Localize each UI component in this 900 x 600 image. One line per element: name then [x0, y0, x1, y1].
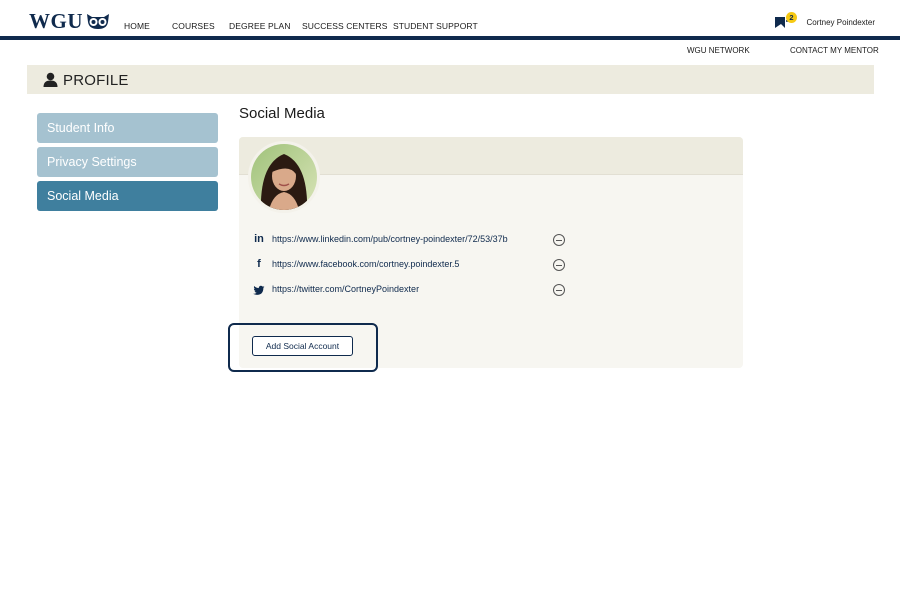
avatar: [248, 141, 320, 213]
section-title: Social Media: [239, 105, 325, 122]
profile-photo: [251, 144, 317, 210]
sidebar-item-privacy-settings[interactable]: Privacy Settings: [37, 147, 218, 177]
contact-mentor-link[interactable]: CONTACT MY MENTOR: [790, 46, 879, 55]
social-account-row: https://twitter.com/CortneyPoindexter: [253, 283, 573, 297]
social-account-row: in https://www.linkedin.com/pub/cortney-…: [253, 233, 573, 247]
nav-home[interactable]: HOME: [124, 21, 150, 31]
nav-courses[interactable]: COURSES: [172, 21, 215, 31]
linkedin-icon: in: [254, 233, 264, 245]
user-icon: [43, 72, 58, 87]
social-account-row: f https://www.facebook.com/cortney.poind…: [253, 258, 573, 272]
remove-twitter-button[interactable]: [553, 284, 565, 296]
wgu-logo[interactable]: WGU: [29, 11, 110, 32]
linkedin-url-link[interactable]: https://www.linkedin.com/pub/cortney-poi…: [272, 234, 508, 244]
sidebar-item-social-media[interactable]: Social Media: [37, 181, 218, 211]
nav-success-centers[interactable]: SUCCESS CENTERS: [302, 21, 388, 31]
remove-facebook-button[interactable]: [553, 259, 565, 271]
remove-linkedin-button[interactable]: [553, 234, 565, 246]
logo-text: WGU: [29, 9, 83, 33]
top-header: WGU HOME COURSES DEGREE PLAN SUCCESS CEN…: [0, 0, 900, 36]
add-social-account-button[interactable]: Add Social Account: [252, 336, 353, 356]
facebook-url-link[interactable]: https://www.facebook.com/cortney.poindex…: [272, 259, 459, 269]
twitter-url-link[interactable]: https://twitter.com/CortneyPoindexter: [272, 284, 419, 294]
page-title: PROFILE: [63, 72, 129, 89]
notification-badge: 2: [786, 12, 797, 23]
header-divider: [0, 36, 900, 40]
profile-banner: PROFILE: [27, 65, 874, 94]
twitter-icon: [253, 285, 265, 295]
sidebar-item-student-info[interactable]: Student Info: [37, 113, 218, 143]
nav-student-support[interactable]: STUDENT SUPPORT: [393, 21, 478, 31]
facebook-icon: f: [257, 258, 261, 270]
nav-degree-plan[interactable]: DEGREE PLAN: [229, 21, 291, 31]
wgu-network-link[interactable]: WGU NETWORK: [687, 46, 750, 55]
owl-logo-icon: [87, 14, 109, 29]
user-name-link[interactable]: Cortney Poindexter: [807, 18, 875, 27]
